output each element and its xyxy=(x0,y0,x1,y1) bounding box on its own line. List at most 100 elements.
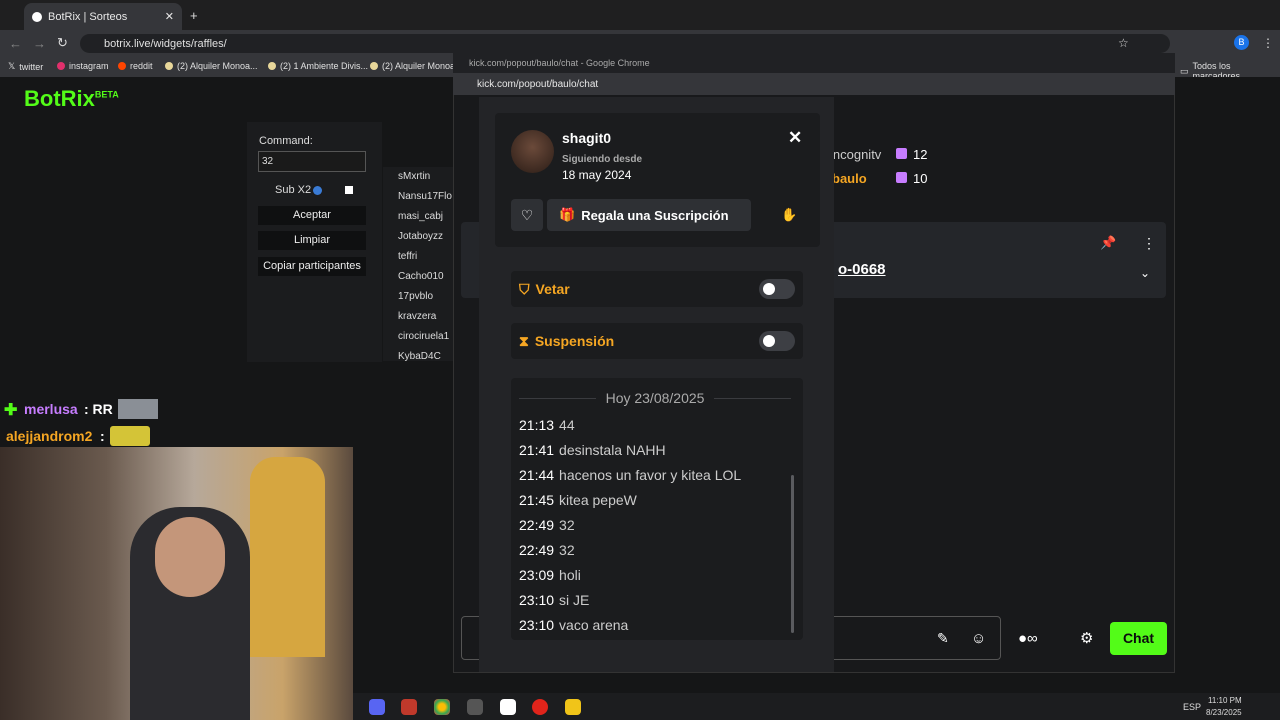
profile-avatar[interactable]: B xyxy=(1234,35,1249,50)
clear-button[interactable]: Limpiar xyxy=(258,231,366,250)
username[interactable]: shagit0 xyxy=(562,130,611,146)
message-time: 23:09 xyxy=(519,567,555,583)
discord-icon[interactable] xyxy=(369,699,385,715)
list-item: 17pvblo xyxy=(398,291,434,302)
obs-icon[interactable] xyxy=(467,699,483,715)
follow-button[interactable]: ♡ xyxy=(511,199,543,231)
history-message: 21:41 desinstala NAHH xyxy=(519,442,666,458)
command-input[interactable]: 32 xyxy=(258,151,366,172)
mute-icon[interactable]: ✋ xyxy=(781,207,797,223)
address-bar[interactable]: botrix.live/widgets/raffles/ xyxy=(80,34,1170,53)
overlay-user-2: alejjandrom2 xyxy=(6,428,93,444)
chat-send-button[interactable]: Chat xyxy=(1110,622,1167,655)
info-icon[interactable] xyxy=(313,186,322,195)
ban-toggle[interactable] xyxy=(759,279,795,299)
list-item: teffri xyxy=(398,251,418,262)
history-message: 22:49 32 xyxy=(519,542,575,558)
gear-icon[interactable]: ⚙ xyxy=(1080,629,1093,647)
site-icon xyxy=(370,62,378,70)
botrix-logo[interactable]: BotRixBETA xyxy=(24,86,119,112)
ban-row: ⛉ Vetar xyxy=(511,271,803,307)
close-icon[interactable]: ✕ xyxy=(788,128,802,148)
history-message: 23:10 vaco arena xyxy=(519,617,628,633)
new-tab-icon[interactable]: + xyxy=(190,8,198,23)
back-icon[interactable]: ← xyxy=(9,36,22,51)
reddit-icon xyxy=(118,62,126,70)
message-text: desinstala NAHH xyxy=(559,442,666,458)
copy-participants-button[interactable]: Copiar participantes xyxy=(258,257,366,276)
popup-address-bar[interactable]: kick.com/popout/baulo/chat xyxy=(453,73,1175,95)
history-message: 21:13 44 xyxy=(519,417,575,433)
emoji-icon[interactable]: ☺ xyxy=(971,630,986,647)
message-text: 44 xyxy=(559,417,575,433)
beta-badge: BETA xyxy=(94,89,119,100)
overlay-user-1: merlusa xyxy=(24,401,78,417)
accept-button[interactable]: Aceptar xyxy=(258,206,366,225)
plus-icon: ✚ xyxy=(4,402,18,419)
message-time: 22:49 xyxy=(519,542,555,558)
pinned-code[interactable]: o-0668 xyxy=(838,261,886,278)
list-item: masi_cabj xyxy=(398,211,444,222)
webcam-feed xyxy=(0,447,353,720)
message-time: 21:13 xyxy=(519,417,555,433)
shield-icon: ⛉ xyxy=(519,280,530,297)
folder-icon[interactable] xyxy=(565,699,581,715)
opera-icon[interactable] xyxy=(532,699,548,715)
instagram-icon xyxy=(57,62,65,70)
clock-time[interactable]: 11:10 PM xyxy=(1208,696,1242,705)
pin-icon[interactable]: 📌 xyxy=(1100,235,1116,251)
site-icon xyxy=(268,62,276,70)
message-time: 21:45 xyxy=(519,492,555,508)
bookmark-alquiler-2[interactable]: (2) Alquiler Monoa xyxy=(370,61,455,71)
app-icon[interactable] xyxy=(500,699,516,715)
popup-titlebar: kick.com/popout/baulo/chat - Google Chro… xyxy=(453,53,1175,73)
leader-name-2: baulo xyxy=(832,171,867,186)
date-label: Hoy 23/08/2025 xyxy=(605,390,705,406)
bookmark-twitter[interactable]: 𝕏twitter xyxy=(8,61,43,72)
bookmark-ambiente[interactable]: (2) 1 Ambiente Divis... xyxy=(268,61,368,71)
sub-x2-checkbox[interactable] xyxy=(345,186,353,194)
timeout-label: Suspensión xyxy=(534,333,615,349)
site-icon xyxy=(165,62,173,70)
translate-icon[interactable]: ✎ xyxy=(937,630,949,647)
history-scrollbar[interactable] xyxy=(791,475,794,633)
list-item: Cacho010 xyxy=(398,271,444,282)
following-since-label: Siguiendo desde xyxy=(562,154,643,165)
overlay-msg-1: : RR xyxy=(84,401,113,417)
message-text: si JE xyxy=(559,592,590,608)
bookmark-label: twitter xyxy=(19,61,44,72)
reload-icon[interactable]: ↻ xyxy=(57,35,68,51)
history-message: 21:44 hacenos un favor y kitea LOL xyxy=(519,467,741,483)
message-time: 23:10 xyxy=(519,592,555,608)
popup-title: kick.com/popout/baulo/chat - Google Chro… xyxy=(469,58,650,68)
bookmark-alquiler-1[interactable]: (2) Alquiler Monoa... xyxy=(165,61,258,71)
language-indicator[interactable]: ESP xyxy=(1183,702,1201,712)
bookmark-label: (2) 1 Ambiente Divis... xyxy=(280,61,369,71)
chevron-down-icon[interactable]: ⌄ xyxy=(1140,266,1150,280)
address-text: botrix.live/widgets/raffles/ xyxy=(104,37,227,50)
close-tab-icon[interactable]: ✕ xyxy=(165,10,174,23)
star-icon[interactable]: ☆ xyxy=(1118,36,1129,50)
emote-image xyxy=(110,426,150,446)
bookmark-instagram[interactable]: instagram xyxy=(57,61,109,71)
bookmark-label: instagram xyxy=(69,61,109,71)
list-item: Jotaboyzz xyxy=(398,231,444,242)
bookmark-reddit[interactable]: reddit xyxy=(118,61,153,71)
forward-icon[interactable]: → xyxy=(33,36,46,51)
gift-sub-button[interactable]: 🎁 Regala una Suscripción xyxy=(547,199,751,231)
folder-icon: ▭ xyxy=(1180,65,1189,76)
tab-botrix[interactable]: BotRix | Sorteos ✕ xyxy=(24,3,182,30)
message-time: 21:44 xyxy=(519,467,555,483)
app-icon[interactable] xyxy=(401,699,417,715)
more-icon[interactable]: ⋮ xyxy=(1142,235,1156,252)
timeout-row: ⧗ Suspensión xyxy=(511,323,803,359)
kick-points-icon[interactable]: ●∞ xyxy=(1018,630,1038,647)
chrome-icon[interactable] xyxy=(434,699,450,715)
message-time: 23:10 xyxy=(519,617,555,633)
leader-name-1: incognitv xyxy=(830,147,882,162)
timeout-toggle[interactable] xyxy=(759,331,795,351)
sub-x2-label: Sub X2 xyxy=(275,184,312,196)
heart-icon: ♡ xyxy=(520,207,534,223)
menu-icon[interactable]: ⋮ xyxy=(1262,36,1274,50)
clock-date[interactable]: 8/23/2025 xyxy=(1206,708,1242,717)
